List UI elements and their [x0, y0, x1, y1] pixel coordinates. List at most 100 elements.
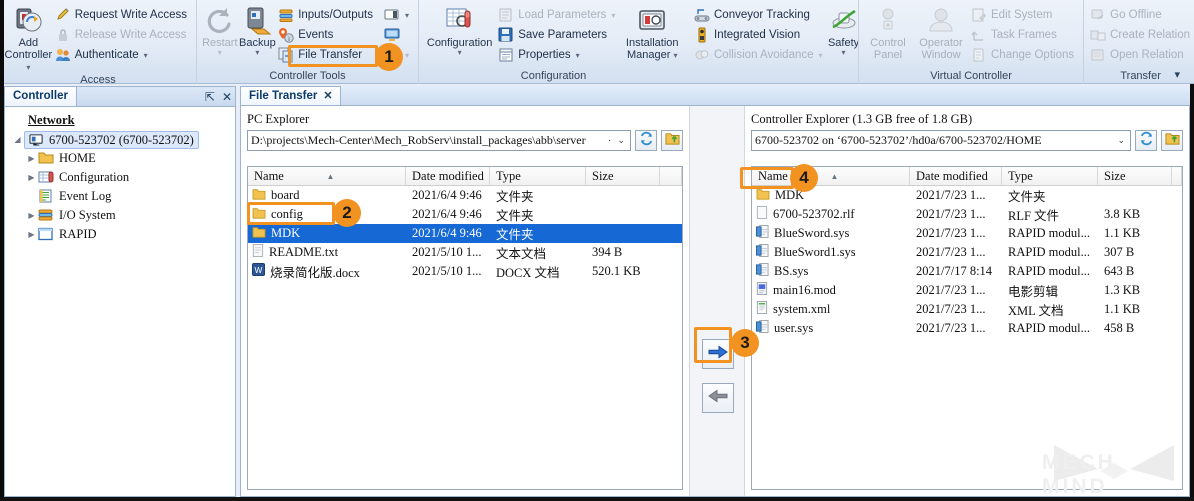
chevron-down-icon[interactable]: ⌄: [1114, 135, 1128, 146]
inputs-outputs-button[interactable]: Inputs/Outputs: [276, 5, 378, 25]
task-frames-button[interactable]: Task Frames: [969, 25, 1079, 45]
rapid-file-icon: [756, 244, 769, 261]
expander-right-icon[interactable]: ▶: [25, 211, 38, 220]
load-parameters-button[interactable]: Load Parameters ▾: [496, 5, 620, 25]
chevron-down-icon[interactable]: ⌄: [614, 135, 628, 146]
column-header-date-modified[interactable]: Date modified: [406, 167, 490, 185]
monitor-button[interactable]: [382, 25, 414, 45]
pc-explorer-grid[interactable]: Name ▲ Date modified Type Size board 202…: [247, 166, 683, 490]
chevron-down-icon[interactable]: ▾: [405, 11, 409, 20]
change-options-label: Change Options: [991, 49, 1075, 61]
backup-button[interactable]: Backup ▾: [239, 2, 277, 57]
chevron-down-icon[interactable]: ▾: [405, 51, 409, 60]
controller-explorer-open-folder-button[interactable]: [1161, 130, 1183, 151]
integrated-vision-button[interactable]: Integrated Vision: [692, 25, 828, 45]
collision-avoidance-button[interactable]: Collision Avoidance ▾: [692, 45, 828, 65]
file-name-cell: config: [248, 207, 406, 223]
controller-explorer-path-input[interactable]: 6700-523702 on ‘6700-523702’/hd0a/6700-5…: [751, 130, 1131, 151]
go-offline-button[interactable]: Go Offline: [1088, 5, 1194, 25]
installation-manager-button[interactable]: Installation Manager ▾: [620, 2, 684, 61]
table-row[interactable]: system.xml 2021/7/23 1... XML 文档 1.1 KB: [752, 300, 1182, 319]
table-row[interactable]: BS.sys 2021/7/17 8:14 RAPID modul... 643…: [752, 262, 1182, 281]
save-parameters-button[interactable]: Save Parameters: [496, 25, 620, 45]
add-controller-button[interactable]: Add Controller ▾: [4, 2, 53, 73]
tab-file-transfer[interactable]: File Transfer ✕: [240, 86, 341, 105]
table-row[interactable]: board 2021/6/4 9:46 文件夹: [248, 186, 682, 205]
table-row[interactable]: main16.mod 2021/7/23 1... 电影剪辑 1.3 KB: [752, 281, 1182, 300]
authenticate-button[interactable]: Authenticate ▾: [53, 45, 192, 65]
transfer-to-controller-button[interactable]: [702, 339, 734, 369]
inputs-outputs-label: Inputs/Outputs: [298, 9, 373, 21]
table-row[interactable]: BlueSword1.sys 2021/7/23 1... RAPID modu…: [752, 243, 1182, 262]
close-icon[interactable]: ✕: [323, 87, 332, 105]
tree-item-network[interactable]: Network: [11, 111, 235, 130]
chevron-down-icon[interactable]: ▾: [144, 51, 148, 60]
ribbon-collapse-icon[interactable]: ▾: [1174, 68, 1180, 81]
restart-button[interactable]: Restart ▾: [201, 2, 239, 57]
monitor-small-button[interactable]: ▾: [382, 5, 414, 25]
column-header-type[interactable]: Type: [1002, 167, 1098, 185]
operator-window-button[interactable]: Operator Window: [913, 2, 969, 61]
safety-button[interactable]: Safety ▾: [828, 2, 860, 57]
table-row[interactable]: config 2021/6/4 9:46 文件夹: [248, 205, 682, 224]
expander-right-icon[interactable]: ▶: [25, 154, 38, 163]
tree-item-controller[interactable]: ◢ 6700-523702 (6700-523702): [11, 130, 235, 149]
control-panel-button[interactable]: Control Panel: [863, 2, 913, 61]
release-write-access-button[interactable]: Release Write Access: [53, 25, 192, 45]
file-transfer-button[interactable]: File Transfer: [276, 45, 378, 65]
backup-icon: [241, 5, 273, 37]
close-icon[interactable]: ✕: [222, 91, 232, 103]
table-row[interactable]: README.txt 2021/5/10 1... 文本文档 394 B: [248, 243, 682, 262]
column-header-size[interactable]: Size: [586, 167, 660, 185]
pin-icon[interactable]: ⇱: [205, 91, 215, 103]
change-options-button[interactable]: Change Options: [969, 45, 1079, 65]
tree-item-home[interactable]: ▶ HOME: [11, 149, 235, 168]
table-row[interactable]: user.sys 2021/7/23 1... RAPID modul... 4…: [752, 319, 1182, 338]
pc-explorer-refresh-button[interactable]: [635, 130, 657, 151]
edit-system-button[interactable]: Edit System: [969, 5, 1079, 25]
table-row[interactable]: MDK 2021/7/23 1... 文件夹: [752, 186, 1182, 205]
table-row-selected[interactable]: MDK 2021/6/4 9:46 文件夹: [248, 224, 682, 243]
pc-explorer-path-input[interactable]: D:\projects\Mech-Center\Mech_RobServ\ins…: [247, 130, 631, 151]
properties-button[interactable]: Properties ▾: [496, 45, 620, 65]
column-header-date-modified[interactable]: Date modified: [910, 167, 1002, 185]
column-header-spacer: [660, 167, 682, 185]
folder-icon: [38, 151, 54, 167]
table-row[interactable]: 6700-523702.rlf 2021/7/23 1... RLF 文件 3.…: [752, 205, 1182, 224]
tree-item-configuration[interactable]: ▶ Configuration: [11, 168, 235, 187]
expander-down-icon[interactable]: ◢: [11, 135, 24, 144]
events-button[interactable]: i Events: [276, 25, 378, 45]
file-name-cell: BlueSword1.sys: [752, 244, 910, 261]
authenticate-label: Authenticate: [74, 49, 139, 61]
chevron-down-icon[interactable]: ▾: [842, 49, 846, 57]
conveyor-tracking-button[interactable]: Conveyor Tracking: [692, 5, 828, 25]
pc-explorer-open-folder-button[interactable]: [661, 130, 683, 151]
column-header-type[interactable]: Type: [490, 167, 586, 185]
tree-item-event-log[interactable]: Event Log: [11, 187, 235, 206]
create-relation-button[interactable]: Create Relation: [1088, 25, 1194, 45]
controller-explorer-refresh-button[interactable]: [1135, 130, 1157, 151]
tree-item-label: Network: [28, 113, 75, 127]
chevron-down-icon[interactable]: ▾: [819, 51, 823, 60]
io-system-icon: [38, 208, 54, 224]
table-row[interactable]: W 烧录简化版.docx 2021/5/10 1... DOCX 文档 520.…: [248, 262, 682, 281]
chevron-down-icon[interactable]: ▾: [576, 51, 580, 60]
table-row[interactable]: BlueSword.sys 2021/7/23 1... RAPID modul…: [752, 224, 1182, 243]
tree-item-io-system[interactable]: ▶ I/O System: [11, 206, 235, 225]
expander-right-icon[interactable]: ▶: [25, 173, 38, 182]
configuration-button[interactable]: Configuration ▾: [423, 2, 496, 57]
tab-controller[interactable]: Controller: [5, 87, 77, 106]
transfer-to-pc-button[interactable]: [702, 383, 734, 413]
request-write-access-button[interactable]: Request Write Access: [53, 5, 192, 25]
column-header-name[interactable]: Name ▲: [248, 167, 406, 185]
chevron-down-icon[interactable]: ▾: [458, 49, 462, 57]
column-header-name[interactable]: Name ▲: [752, 167, 910, 185]
open-relation-button[interactable]: Open Relation: [1088, 45, 1194, 65]
controller-explorer-pane: Controller Explorer (1.3 GB free of 1.8 …: [745, 106, 1189, 496]
column-header-size[interactable]: Size: [1098, 167, 1172, 185]
tree-item-rapid[interactable]: ▶ RAPID: [11, 225, 235, 244]
chevron-down-icon[interactable]: ▾: [611, 11, 615, 20]
chevron-down-icon[interactable]: ▾: [255, 49, 259, 57]
expander-right-icon[interactable]: ▶: [25, 230, 38, 239]
chevron-down-icon[interactable]: ▾: [218, 49, 222, 57]
